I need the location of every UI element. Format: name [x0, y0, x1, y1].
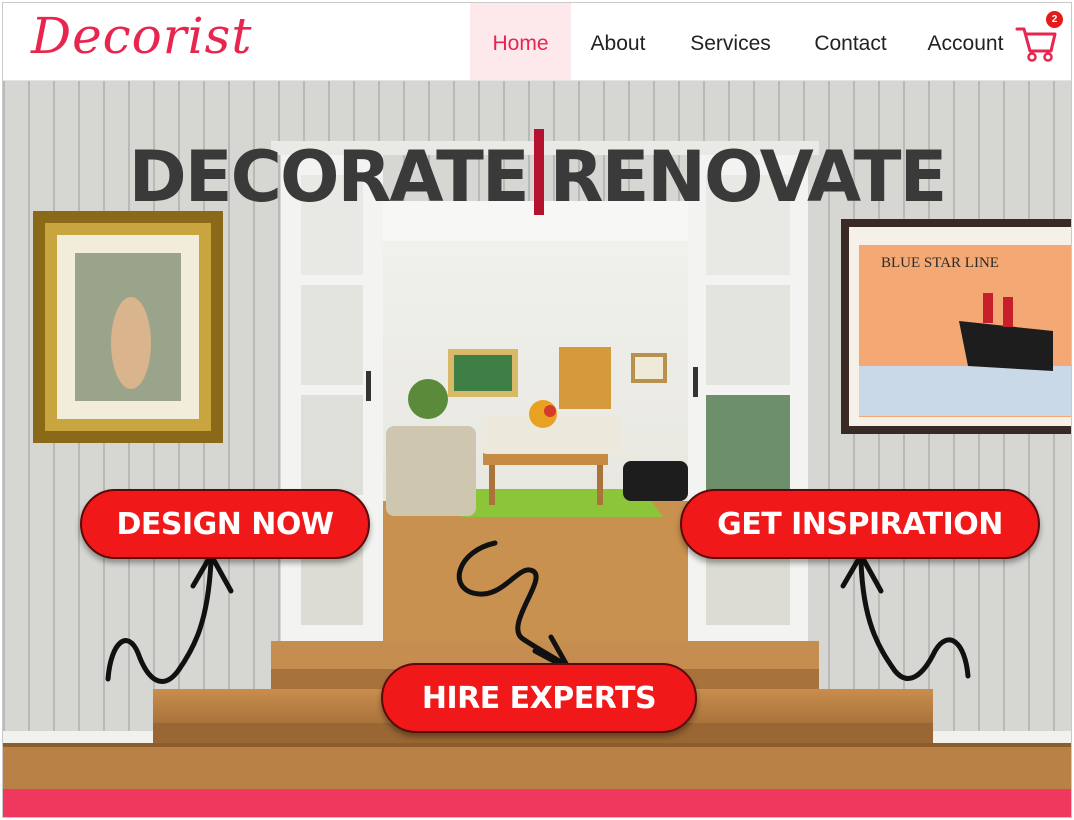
- cart-count-badge: 2: [1046, 11, 1063, 28]
- page-frame: Decorist Home About Services Contact Acc…: [2, 2, 1072, 818]
- nav-contact[interactable]: Contact: [803, 3, 898, 80]
- headline-divider: [533, 129, 544, 215]
- design-now-button[interactable]: DESIGN NOW: [80, 489, 370, 559]
- headline-decorate: DECORATE: [128, 136, 530, 218]
- nav-home[interactable]: Home: [470, 3, 571, 80]
- headline-renovate: RENOVATE: [549, 136, 948, 218]
- get-inspiration-button[interactable]: GET INSPIRATION: [680, 489, 1040, 559]
- hero-section: BLUE STAR LINE DECORATE RENOVATE DESIGN N…: [3, 81, 1071, 789]
- navbar: Decorist Home About Services Contact Acc…: [3, 3, 1071, 81]
- footer-strip: [3, 789, 1071, 817]
- nav-about[interactable]: About: [578, 3, 658, 80]
- hire-experts-button[interactable]: HIRE EXPERTS: [381, 663, 697, 733]
- nav-services[interactable]: Services: [678, 3, 783, 80]
- svg-text:BLUE STAR LINE: BLUE STAR LINE: [881, 255, 999, 271]
- brand-logo[interactable]: Decorist: [31, 7, 252, 65]
- hero-headline: DECORATE RENOVATE: [3, 129, 1071, 218]
- nav-account[interactable]: Account: [918, 3, 1013, 80]
